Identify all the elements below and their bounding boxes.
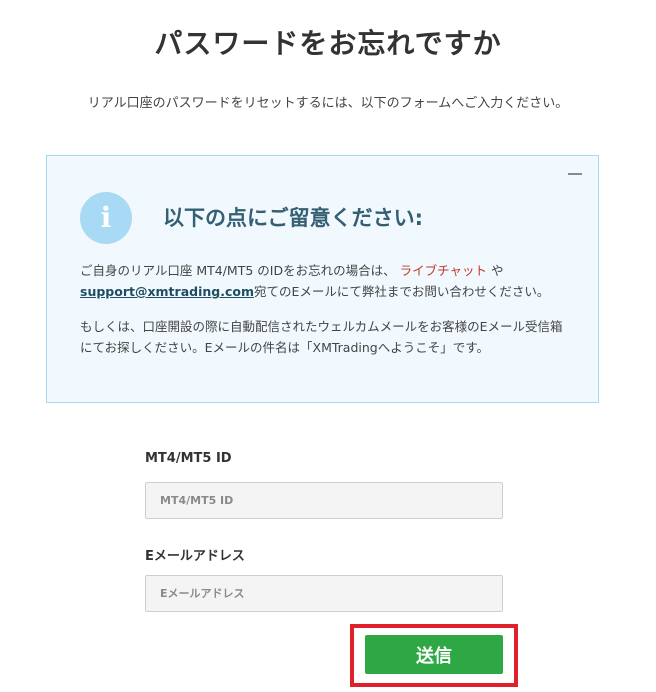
support-email-link[interactable]: support@xmtrading.com: [80, 284, 254, 299]
notice-text: ご自身のリアル口座 MT4/MT5 のIDをお忘れの場合は、: [80, 263, 396, 278]
page-subtitle: リアル口座のパスワードをリセットするには、以下のフォームへご入力ください。: [87, 96, 569, 111]
submit-button[interactable]: 送信: [365, 635, 503, 674]
email-label: Eメールアドレス: [145, 549, 245, 564]
id-input[interactable]: [145, 482, 503, 519]
notice-paragraph-2: もしくは、口座開設の際に自動配信されたウェルカムメールをお客様のEメール受信箱に…: [80, 319, 563, 355]
notice-text: 宛てのEメールにて弊社までお問い合わせください。: [253, 284, 550, 299]
email-input[interactable]: [145, 575, 503, 612]
info-icon: i: [80, 192, 132, 244]
notice-text: や: [490, 263, 504, 278]
notice-box: i 以下の点にご留意ください: ご自身のリアル口座 MT4/MT5 のIDをお忘…: [46, 155, 599, 403]
collapse-icon[interactable]: [568, 173, 582, 175]
notice-paragraph-1: ご自身のリアル口座 MT4/MT5 のIDをお忘れの場合は、 ライブチャット や…: [80, 260, 570, 302]
notice-heading: 以下の点にご留意ください:: [163, 206, 423, 230]
id-label: MT4/MT5 ID: [145, 451, 232, 466]
page-title: パスワードをお忘れですか: [154, 27, 502, 60]
live-chat-link[interactable]: ライブチャット: [400, 263, 487, 278]
